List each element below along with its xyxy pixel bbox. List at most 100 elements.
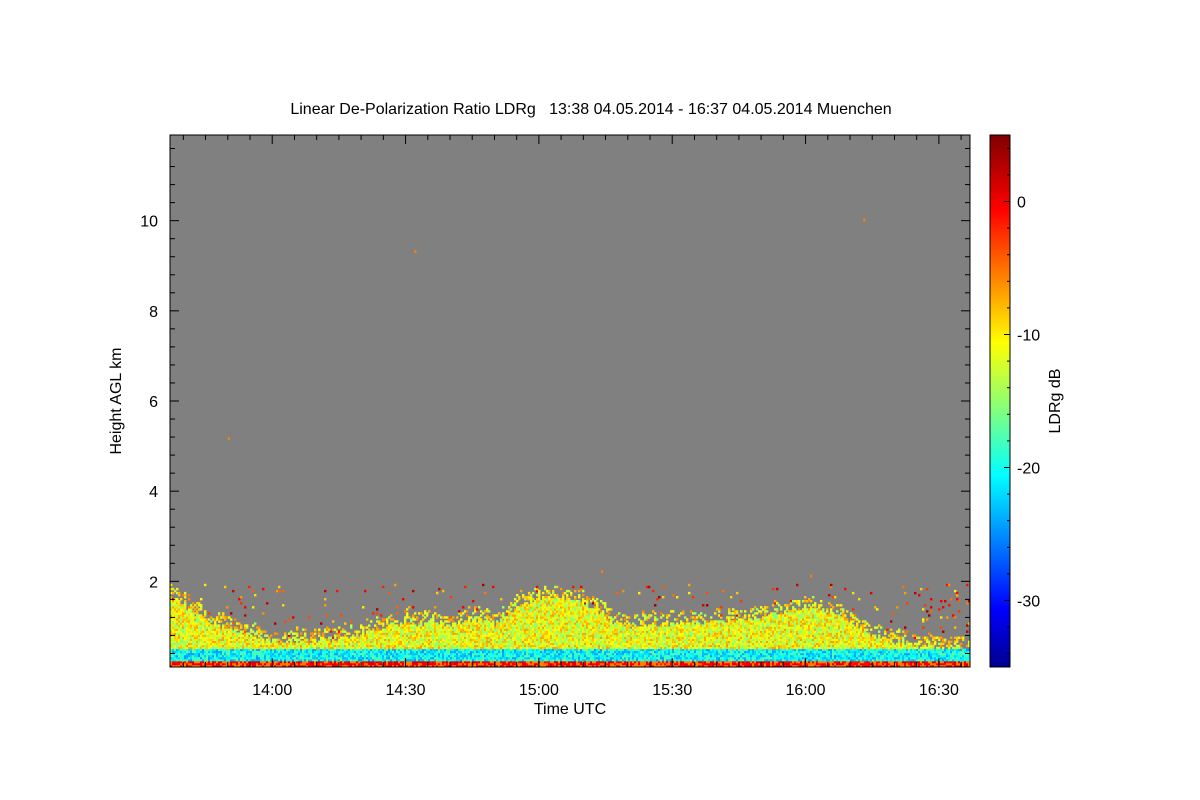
heatmap-cell: [234, 618, 237, 621]
heatmap-cell: [442, 589, 445, 593]
heatmap-cell: [464, 585, 467, 589]
heatmap-cell: [280, 640, 283, 643]
heatmap-cell: [282, 604, 285, 607]
heatmap-cell: [548, 589, 551, 593]
heatmap-cell: [480, 614, 483, 617]
heatmap-cell: [268, 636, 271, 639]
heatmap-cell: [510, 608, 513, 611]
heatmap-cell: [266, 602, 269, 605]
heatmap-cell: [570, 591, 573, 595]
heatmap-cell: [498, 612, 501, 615]
heatmap-cell: [224, 585, 227, 589]
heatmap-cell: [218, 624, 221, 627]
heatmap-cell: [200, 598, 203, 601]
heatmap-cell: [324, 604, 327, 607]
heatmap-cell: [396, 620, 399, 623]
heatmap-cell: [230, 618, 233, 621]
heatmap-cell: [456, 616, 459, 619]
heatmap-cell: [412, 606, 415, 609]
heatmap-cell: [478, 606, 481, 609]
heatmap-cell: [264, 630, 267, 633]
heatmap-cell: [320, 622, 323, 625]
heatmap-cell: [434, 606, 437, 609]
heatmap-cell: [296, 628, 299, 631]
heatmap-cell: [388, 591, 391, 595]
heatmap-cell: [382, 585, 385, 589]
heatmap-cell: [282, 589, 285, 593]
heatmap-cell: [276, 632, 279, 635]
heatmap-cell: [230, 612, 233, 615]
chart-title: Linear De-Polarization Ratio LDRg 13:38 …: [290, 101, 891, 118]
heatmap-cell: [502, 606, 505, 609]
heatmap-cell: [284, 636, 287, 639]
heatmap-cell: [250, 634, 253, 637]
heatmap-cell: [368, 624, 371, 627]
heatmap-cell: [376, 612, 379, 615]
heatmap-cell: [288, 618, 291, 621]
heatmap-cell: [496, 620, 499, 623]
heatmap-cell: [460, 618, 463, 621]
heatmap-cell: [484, 591, 487, 595]
heatmap-cell: [244, 606, 247, 609]
heatmap-cell: [180, 598, 183, 601]
heatmap-cell: [574, 596, 577, 599]
heatmap-cell: [412, 589, 415, 593]
heatmap-cell: [222, 612, 225, 615]
heatmap-cell: [188, 594, 191, 597]
heatmap-cell: [432, 614, 435, 617]
heatmap-cell: [402, 598, 405, 601]
heatmap-cell: [462, 606, 465, 609]
heatmap-cell: [266, 634, 269, 637]
heatmap-cell: [476, 608, 479, 611]
heatmap-cell: [380, 614, 383, 617]
heatmap-cell: [274, 622, 277, 625]
heatmap-cell: [236, 626, 239, 629]
heatmap-cell: [204, 610, 207, 613]
heatmap-cell: [406, 608, 409, 611]
heatmap-cell: [394, 583, 397, 587]
heatmap-cell: [184, 600, 187, 603]
heatmap-cell: [518, 596, 521, 599]
heatmap-cell: [184, 594, 187, 597]
heatmap-cell: [350, 620, 353, 623]
heatmap-cell: [412, 614, 415, 617]
heatmap-cell: [326, 626, 329, 629]
heatmap-cell: [578, 594, 581, 597]
heatmap-cell: [544, 585, 547, 589]
heatmap-cell: [436, 591, 439, 595]
heatmap-cell: [284, 632, 287, 635]
heatmap-cell: [528, 591, 531, 595]
heatmap-cell: [502, 612, 505, 615]
heatmap-cell: [396, 612, 399, 615]
heatmap-cell: [500, 598, 503, 601]
heatmap-cell: [324, 589, 327, 593]
heatmap-cell: [348, 632, 351, 635]
heatmap-cell: [254, 594, 257, 597]
heatmap-cell: [248, 585, 251, 589]
heatmap-cell: [184, 591, 187, 595]
heatmap-cell: [296, 626, 299, 629]
heatmap-cell: [472, 600, 475, 603]
heatmap-cell: [314, 628, 317, 631]
heatmap-cell: [440, 620, 443, 623]
heatmap-cell: [178, 591, 181, 595]
heatmap-cell: [184, 602, 187, 605]
heatmap-cell: [552, 589, 555, 593]
heatmap-cell: [340, 614, 343, 617]
heatmap-cell: [536, 585, 539, 589]
heatmap-cell: [466, 610, 469, 613]
heatmap-cell: [376, 616, 379, 619]
heatmap-cell: [376, 626, 379, 629]
heatmap-cell: [270, 634, 273, 637]
heatmap-cell: [240, 602, 243, 605]
heatmap-cell: [284, 620, 287, 623]
heatmap-cell: [204, 583, 207, 587]
heatmap-cell: [244, 614, 247, 617]
heatmap-cell: [538, 589, 541, 593]
heatmap-cell: [420, 612, 423, 615]
heatmap-cell: [532, 591, 535, 595]
heatmap-cell: [492, 585, 495, 589]
heatmap-cell: [428, 610, 431, 613]
heatmap-cell: [450, 596, 453, 599]
heatmap-cell: [252, 589, 255, 593]
